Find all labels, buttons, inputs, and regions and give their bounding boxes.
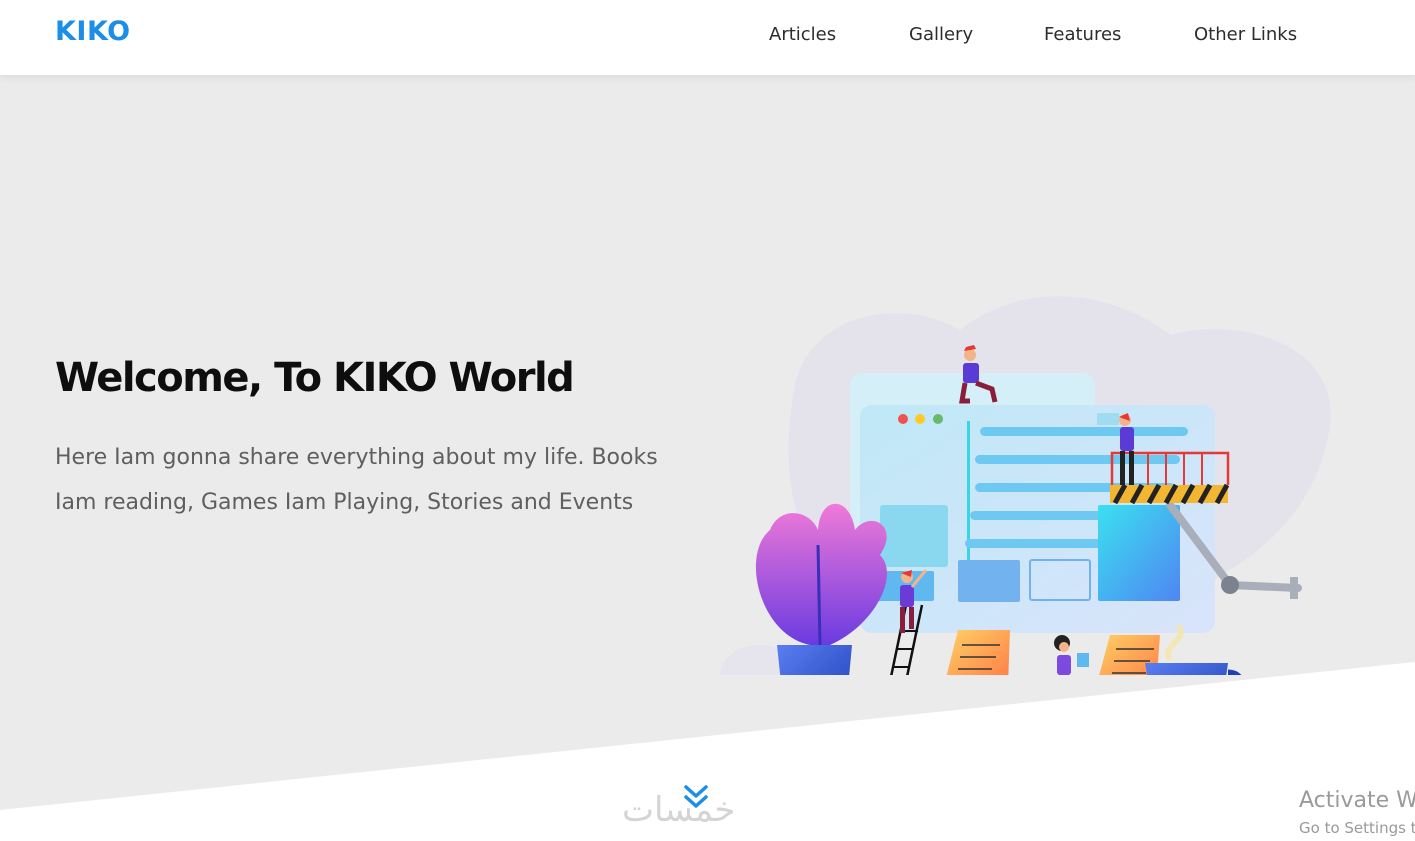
- nav-link-articles[interactable]: Articles: [769, 24, 836, 45]
- nav-link-features[interactable]: Features: [1044, 24, 1121, 45]
- nav-link-gallery[interactable]: Gallery: [909, 24, 973, 45]
- site-header: KIKO Articles Gallery Features Other Lin…: [0, 0, 1415, 75]
- activation-subtitle: Go to Settings to activate Windows.: [1299, 819, 1415, 837]
- hero-section: Welcome, To KIKO World Here Iam gonna sh…: [0, 75, 1415, 841]
- hero-title: Welcome, To KIKO World: [55, 355, 575, 401]
- hero-illustration: [720, 296, 1331, 675]
- main-nav: Articles Gallery Features Other Links: [0, 24, 1415, 48]
- windows-activation-notice: Activate Windows Go to Settings to activ…: [1299, 788, 1415, 837]
- activation-title: Activate Windows: [1299, 788, 1415, 813]
- nav-link-other-links[interactable]: Other Links: [1194, 24, 1297, 45]
- hero-description: Here Iam gonna share everything about my…: [55, 445, 658, 515]
- watermark-text: خمسات: [622, 790, 736, 830]
